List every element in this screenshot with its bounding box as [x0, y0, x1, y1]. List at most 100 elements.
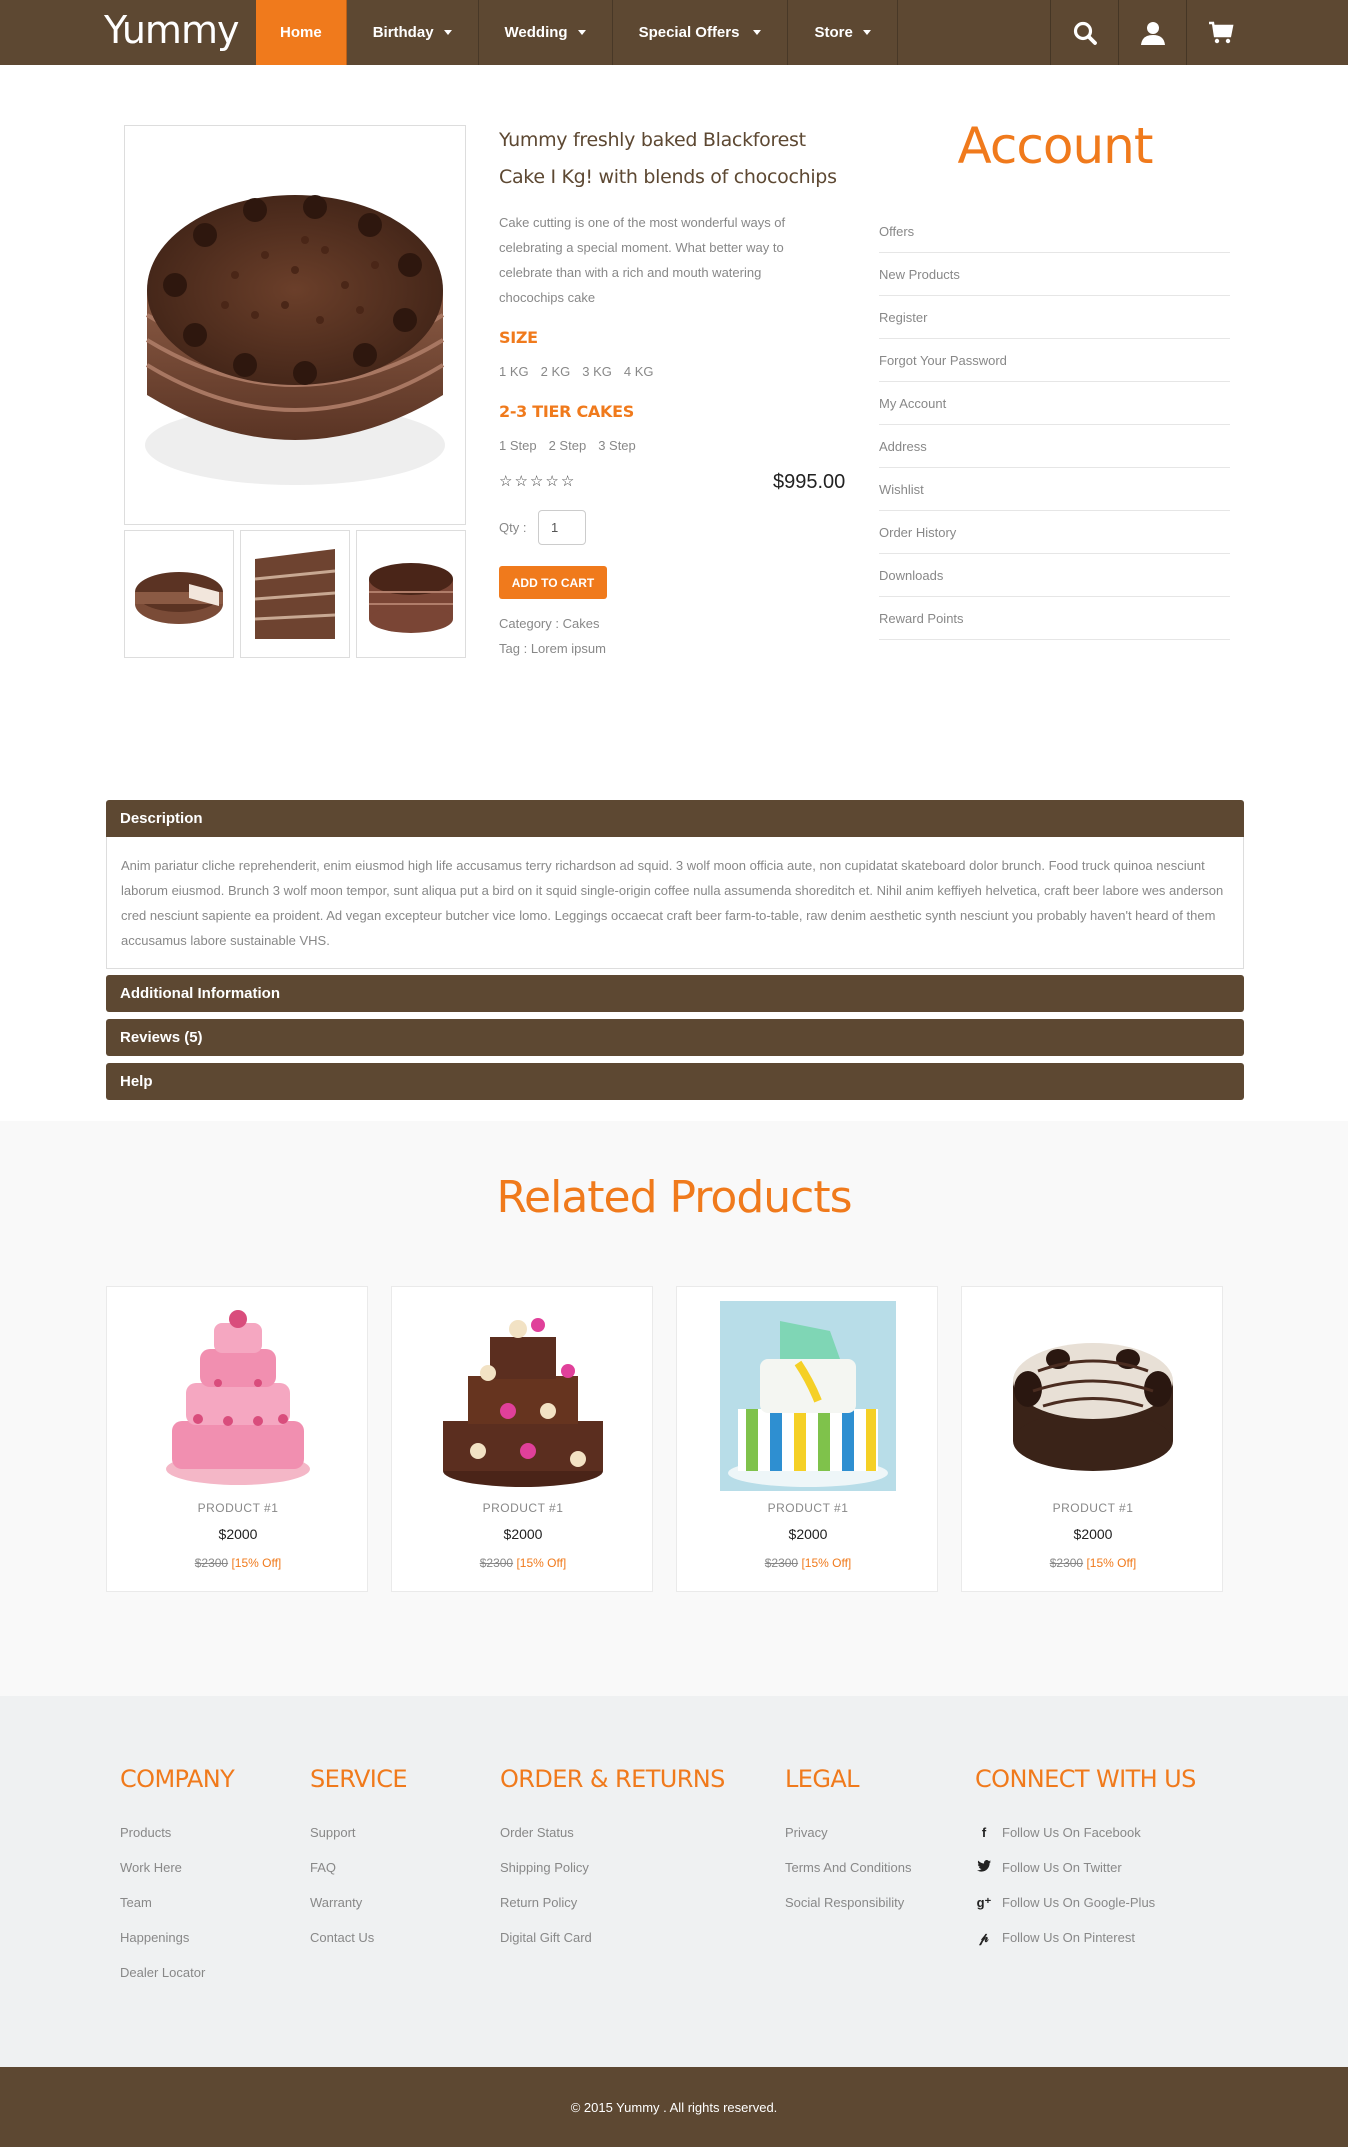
- social-link-pinterest[interactable]: 𝓅 Follow Us On Pinterest: [975, 1920, 1196, 1955]
- social-link-twitter[interactable]: Follow Us On Twitter: [975, 1850, 1196, 1885]
- tab-help[interactable]: Help: [106, 1063, 1244, 1100]
- tier-option[interactable]: 3 Step: [598, 438, 636, 453]
- size-label: SIZE: [499, 328, 538, 347]
- discount-badge: [15% Off]: [801, 1556, 852, 1570]
- search-button[interactable]: [1050, 0, 1118, 65]
- discount-badge: [15% Off]: [231, 1556, 282, 1570]
- product-old-price: $2300 [15% Off]: [392, 1556, 654, 1570]
- thumbnail-2[interactable]: [240, 530, 350, 658]
- nav-item-birthday[interactable]: Birthday: [347, 0, 479, 65]
- product-title: Yummy freshly baked Blackforest Cake I K…: [499, 129, 837, 188]
- account-link-downloads[interactable]: Downloads: [879, 554, 1230, 597]
- add-to-cart-button[interactable]: ADD TO CART: [499, 566, 607, 599]
- cake-cut-thumbnail-image: [254, 549, 336, 639]
- product-image: [392, 1301, 654, 1491]
- product-main-image[interactable]: [124, 125, 466, 525]
- product-price: $2000: [218, 1526, 258, 1542]
- footer-link[interactable]: FAQ: [310, 1850, 407, 1885]
- product-old-price: $2300 [15% Off]: [107, 1556, 369, 1570]
- product-card[interactable]: PRODUCT #1 $2000 $2300 [15% Off]: [106, 1286, 368, 1592]
- account-link-offers[interactable]: Offers: [879, 210, 1230, 253]
- account-link-new-products[interactable]: New Products: [879, 253, 1230, 296]
- cake-slice-thumbnail-image: [135, 572, 223, 624]
- social-link-label: Follow Us On Pinterest: [1002, 1930, 1135, 1945]
- account-link-register[interactable]: Register: [879, 296, 1230, 339]
- footer-link[interactable]: Work Here: [120, 1850, 234, 1885]
- footer-heading: COMPANY: [120, 1765, 235, 1793]
- old-price: $2300: [194, 1556, 229, 1570]
- footer-link[interactable]: Shipping Policy: [500, 1850, 725, 1885]
- footer-column-service: SERVICE Support FAQ Warranty Contact Us: [310, 1765, 408, 1955]
- footer-link[interactable]: Social Responsibility: [785, 1885, 911, 1920]
- nav-item-label: Birthday: [372, 24, 434, 41]
- nav-item-special-offers[interactable]: Special Offers: [613, 0, 789, 65]
- caret-down-icon: [443, 30, 452, 35]
- description-body: Anim pariatur cliche reprehenderit, enim…: [106, 837, 1244, 969]
- product-image: [677, 1301, 939, 1491]
- thumbnail-1[interactable]: [124, 530, 234, 658]
- footer-link[interactable]: Privacy: [785, 1815, 911, 1850]
- footer-link[interactable]: Team: [120, 1885, 234, 1920]
- footer-link[interactable]: Support: [310, 1815, 407, 1850]
- tier-option[interactable]: 2 Step: [549, 438, 587, 453]
- footer-link[interactable]: Happenings: [120, 1920, 234, 1955]
- striped-baby-cake-image: [720, 1301, 896, 1491]
- account-button[interactable]: [1118, 0, 1186, 65]
- cart-icon: [1208, 21, 1233, 43]
- tag-link[interactable]: Lorem ipsum: [531, 641, 606, 656]
- account-link-forgot-password[interactable]: Forgot Your Password: [879, 339, 1230, 382]
- tab-additional-information[interactable]: Additional Information: [106, 975, 1244, 1012]
- footer-column-company: COMPANY Products Work Here Team Happenin…: [120, 1765, 235, 1990]
- social-link-facebook[interactable]: f Follow Us On Facebook: [975, 1815, 1196, 1850]
- size-option[interactable]: 2 KG: [541, 364, 571, 379]
- footer-column-orders: ORDER & RETURNS Order Status Shipping Po…: [500, 1765, 725, 1955]
- product-card[interactable]: PRODUCT #1 $2000 $2300 [15% Off]: [961, 1286, 1223, 1592]
- cart-button[interactable]: [1186, 0, 1254, 65]
- google-plus-icon: g⁺: [976, 1894, 992, 1910]
- quantity-input[interactable]: [538, 510, 586, 545]
- tier-option[interactable]: 1 Step: [499, 438, 537, 453]
- thumbnail-3[interactable]: [356, 530, 466, 658]
- footer-link[interactable]: Dealer Locator: [120, 1955, 234, 1990]
- product-card[interactable]: PRODUCT #1 $2000 $2300 [15% Off]: [391, 1286, 653, 1592]
- footer-link[interactable]: Order Status: [500, 1815, 725, 1850]
- account-link-address[interactable]: Address: [879, 425, 1230, 468]
- footer-link[interactable]: Return Policy: [500, 1885, 725, 1920]
- star-empty-icon: ☆: [514, 473, 528, 490]
- social-link-google-plus[interactable]: g⁺ Follow Us On Google-Plus: [975, 1885, 1196, 1920]
- footer-heading: LEGAL: [785, 1765, 860, 1793]
- quantity-label: Qty :: [499, 520, 527, 535]
- tab-reviews[interactable]: Reviews (5): [106, 1019, 1244, 1056]
- brand-logo[interactable]: Yummy: [104, 8, 239, 52]
- account-link-wishlist[interactable]: Wishlist: [879, 468, 1230, 511]
- tier-options: 1 Step 2 Step 3 Step: [499, 438, 636, 453]
- star-empty-icon: ☆: [499, 473, 513, 490]
- account-link-order-history[interactable]: Order History: [879, 511, 1230, 554]
- tab-description[interactable]: Description: [106, 800, 1244, 837]
- account-link-reward-points[interactable]: Reward Points: [879, 597, 1230, 640]
- nav-item-home[interactable]: Home: [256, 0, 347, 65]
- size-option[interactable]: 4 KG: [624, 364, 654, 379]
- user-icon: [1140, 21, 1165, 45]
- category-link[interactable]: Cakes: [563, 616, 600, 631]
- size-option[interactable]: 3 KG: [582, 364, 612, 379]
- product-card[interactable]: PRODUCT #1 $2000 $2300 [15% Off]: [676, 1286, 938, 1592]
- product-old-price: $2300 [15% Off]: [677, 1556, 939, 1570]
- discount-badge: [15% Off]: [1086, 1556, 1137, 1570]
- footer-link[interactable]: Contact Us: [310, 1920, 407, 1955]
- footer-heading: ORDER & RETURNS: [500, 1765, 725, 1793]
- footer-link[interactable]: Digital Gift Card: [500, 1920, 725, 1955]
- nav-item-store[interactable]: Store: [788, 0, 898, 65]
- product-description: Cake cutting is one of the most wonderfu…: [499, 215, 786, 305]
- rating-stars[interactable]: ☆ ☆ ☆ ☆ ☆: [499, 472, 574, 490]
- footer-heading: SERVICE: [310, 1765, 408, 1793]
- product-name: PRODUCT #1: [1052, 1501, 1134, 1515]
- footer-link[interactable]: Warranty: [310, 1885, 407, 1920]
- copyright-text: © 2015 Yummy . All rights reserved.: [570, 2099, 778, 2115]
- footer-link[interactable]: Terms And Conditions: [785, 1850, 911, 1885]
- nav-item-wedding[interactable]: Wedding: [479, 0, 613, 65]
- footer-link[interactable]: Products: [120, 1815, 234, 1850]
- account-link-my-account[interactable]: My Account: [879, 382, 1230, 425]
- search-icon: [1073, 21, 1097, 45]
- size-option[interactable]: 1 KG: [499, 364, 529, 379]
